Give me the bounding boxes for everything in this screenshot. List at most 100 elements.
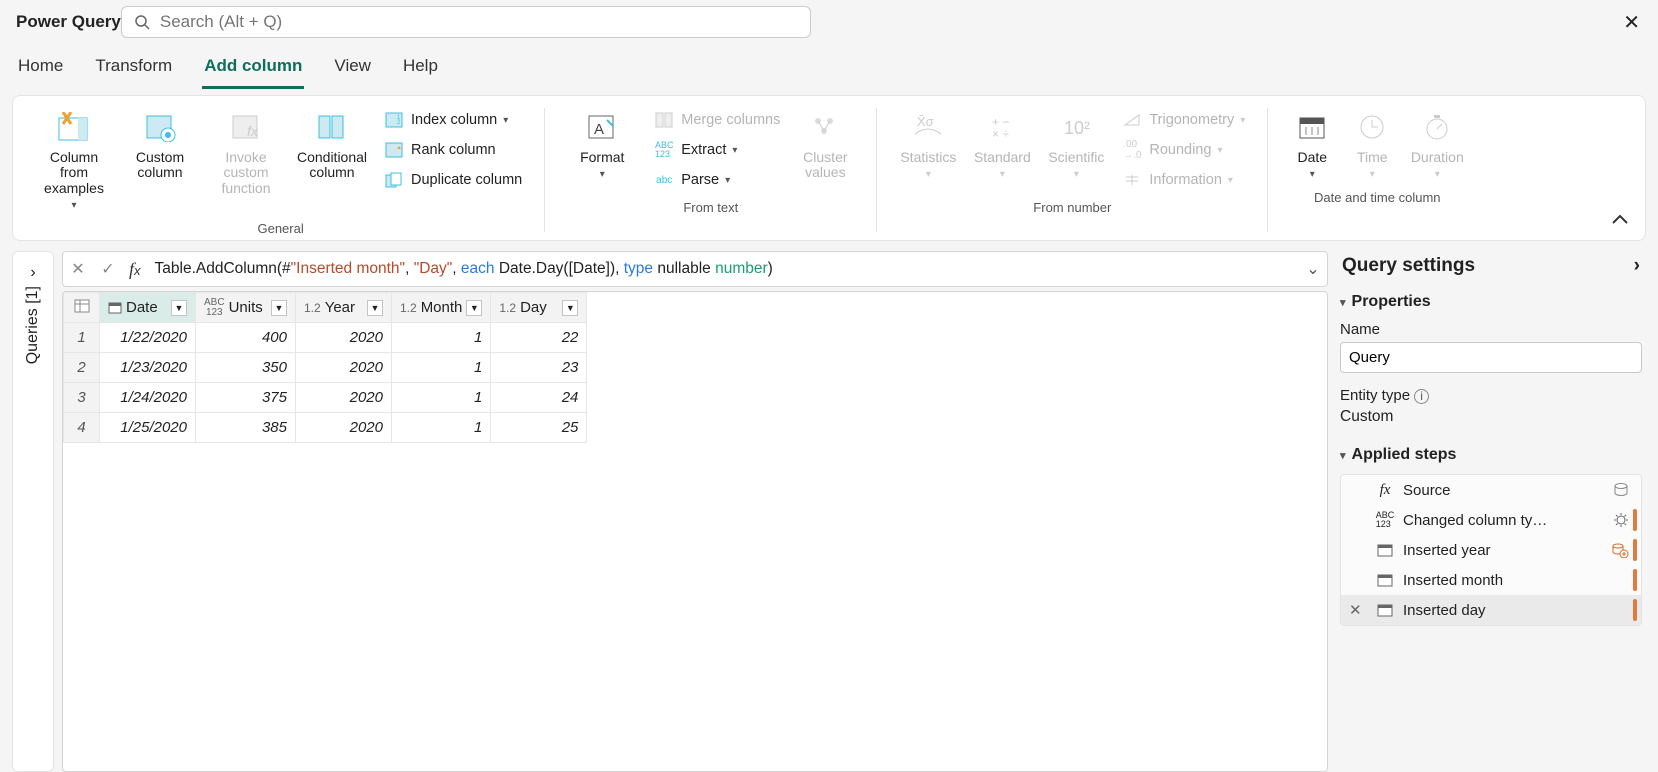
close-button[interactable]: ✕ xyxy=(1615,6,1648,39)
chevron-down-icon: ▾ xyxy=(1370,169,1375,180)
properties-section-toggle[interactable]: ▾Properties xyxy=(1340,287,1642,317)
any-type-icon: ABC123 xyxy=(204,298,225,318)
expand-settings-button[interactable]: › xyxy=(1634,255,1640,277)
cell[interactable]: 2020 xyxy=(296,383,392,413)
cell[interactable]: 25 xyxy=(491,413,587,443)
extract-button[interactable]: ABC123Extract ▾ xyxy=(647,136,786,164)
column-filter-button[interactable]: ▼ xyxy=(466,300,482,316)
table-row[interactable]: 11/22/20204002020122 xyxy=(64,323,587,353)
ribbon-group-date-time: Date ▾ Time▾ Duration▾ Date and time col… xyxy=(1274,104,1480,236)
search-box[interactable] xyxy=(121,6,811,38)
cell[interactable]: 1 xyxy=(392,323,491,353)
cell[interactable]: 400 xyxy=(196,323,296,353)
cell[interactable]: 2020 xyxy=(296,413,392,443)
cell[interactable]: 1/25/2020 xyxy=(100,413,196,443)
expand-queries-button[interactable]: › xyxy=(26,260,39,286)
cell[interactable]: 385 xyxy=(196,413,296,443)
row-number[interactable]: 1 xyxy=(64,323,100,353)
applied-step[interactable]: ✕Inserted year xyxy=(1341,535,1641,565)
applied-step[interactable]: ✕fxSource xyxy=(1341,475,1641,505)
tab-help[interactable]: Help xyxy=(401,50,440,89)
column-header-day[interactable]: 1.2Day▼ xyxy=(491,293,587,323)
entity-type-value: Custom xyxy=(1340,408,1642,426)
cancel-formula-button[interactable]: ✕ xyxy=(63,252,93,286)
index-column-button[interactable]: 12Index column ▾ xyxy=(377,106,528,134)
cell[interactable]: 22 xyxy=(491,323,587,353)
table-row[interactable]: 21/23/20203502020123 xyxy=(64,353,587,383)
step-status-bar xyxy=(1633,509,1637,531)
data-grid[interactable]: Date▼ABC123Units▼1.2Year▼1.2Month▼1.2Day… xyxy=(62,291,1328,772)
row-number[interactable]: 2 xyxy=(64,353,100,383)
queries-rail[interactable]: › Queries [1] xyxy=(12,251,54,772)
cell[interactable]: 1/24/2020 xyxy=(100,383,196,413)
chevron-up-icon xyxy=(1611,213,1629,225)
column-filter-button[interactable]: ▼ xyxy=(562,300,578,316)
query-name-input[interactable] xyxy=(1340,342,1642,373)
formula-input[interactable]: Table.AddColumn(#"Inserted month", "Day"… xyxy=(147,260,1299,278)
cell[interactable]: 1 xyxy=(392,413,491,443)
date-button[interactable]: Date ▾ xyxy=(1284,104,1340,184)
step-status-bar xyxy=(1633,599,1637,621)
table-row[interactable]: 41/25/20203852020125 xyxy=(64,413,587,443)
column-filter-button[interactable]: ▼ xyxy=(271,300,287,316)
cell[interactable]: 1/23/2020 xyxy=(100,353,196,383)
column-filter-button[interactable]: ▼ xyxy=(367,300,383,316)
tab-home[interactable]: Home xyxy=(16,50,65,89)
table-icon xyxy=(1377,573,1393,587)
applied-step[interactable]: ✕ Inserted day xyxy=(1341,595,1641,625)
cell[interactable]: 2020 xyxy=(296,353,392,383)
column-header-date[interactable]: Date▼ xyxy=(100,293,196,323)
cell[interactable]: 2020 xyxy=(296,323,392,353)
merge-columns-button: Merge columns xyxy=(647,106,786,134)
statistics-icon: X̄σ xyxy=(908,108,948,146)
conditional-column-button[interactable]: Conditional column xyxy=(291,104,373,185)
applied-step[interactable]: ✕Inserted month xyxy=(1341,565,1641,595)
cell[interactable]: 1 xyxy=(392,383,491,413)
cell[interactable]: 1/22/2020 xyxy=(100,323,196,353)
cell[interactable]: 375 xyxy=(196,383,296,413)
column-header-units[interactable]: ABC123Units▼ xyxy=(196,293,296,323)
chevron-down-icon: ▾ xyxy=(600,169,605,180)
collapse-ribbon-button[interactable] xyxy=(1611,212,1629,230)
column-from-examples-button[interactable]: Column from examples▾ xyxy=(33,104,115,215)
table-row[interactable]: 31/24/20203752020124 xyxy=(64,383,587,413)
custom-column-button[interactable]: Custom column xyxy=(119,104,201,185)
rank-column-button[interactable]: Rank column xyxy=(377,136,528,164)
time-icon xyxy=(1352,108,1392,146)
cell[interactable]: 350 xyxy=(196,353,296,383)
queries-rail-label: Queries [1] xyxy=(24,286,42,374)
svg-text:fx: fx xyxy=(247,123,259,139)
format-button[interactable]: A Format ▾ xyxy=(561,104,643,184)
column-header-year[interactable]: 1.2Year▼ xyxy=(296,293,392,323)
delete-step-button[interactable]: ✕ xyxy=(1349,601,1367,619)
date-type-icon xyxy=(108,301,122,314)
datasource-warn-icon xyxy=(1611,542,1629,558)
expand-formula-button[interactable]: ⌄ xyxy=(1299,259,1327,279)
number-type-icon: 1.2 xyxy=(499,302,516,314)
tab-view[interactable]: View xyxy=(332,50,373,89)
table-icon xyxy=(1377,603,1393,617)
row-number[interactable]: 4 xyxy=(64,413,100,443)
applied-step[interactable]: ✕ABC123Changed column ty… xyxy=(1341,505,1641,535)
ribbon-group-label: From text xyxy=(683,194,738,215)
row-number[interactable]: 3 xyxy=(64,383,100,413)
commit-formula-button[interactable]: ✓ xyxy=(93,252,123,286)
parse-button[interactable]: abcParse ▾ xyxy=(647,166,786,194)
table-corner[interactable] xyxy=(64,293,100,323)
info-icon[interactable]: i xyxy=(1414,389,1429,404)
gear-icon[interactable] xyxy=(1613,512,1629,528)
invoke-custom-function-icon: fx xyxy=(226,108,266,146)
column-header-month[interactable]: 1.2Month▼ xyxy=(392,293,491,323)
cell[interactable]: 23 xyxy=(491,353,587,383)
cell[interactable]: 1 xyxy=(392,353,491,383)
tab-transform[interactable]: Transform xyxy=(93,50,174,89)
duplicate-column-button[interactable]: Duplicate column xyxy=(377,166,528,194)
step-label: Inserted day xyxy=(1403,602,1486,619)
tab-add-column[interactable]: Add column xyxy=(202,50,304,89)
information-button: Information ▾ xyxy=(1115,166,1251,194)
cell[interactable]: 24 xyxy=(491,383,587,413)
search-input[interactable] xyxy=(150,12,798,32)
custom-column-icon xyxy=(140,108,180,146)
column-filter-button[interactable]: ▼ xyxy=(171,300,187,316)
applied-steps-section-toggle[interactable]: ▾Applied steps xyxy=(1340,440,1642,470)
